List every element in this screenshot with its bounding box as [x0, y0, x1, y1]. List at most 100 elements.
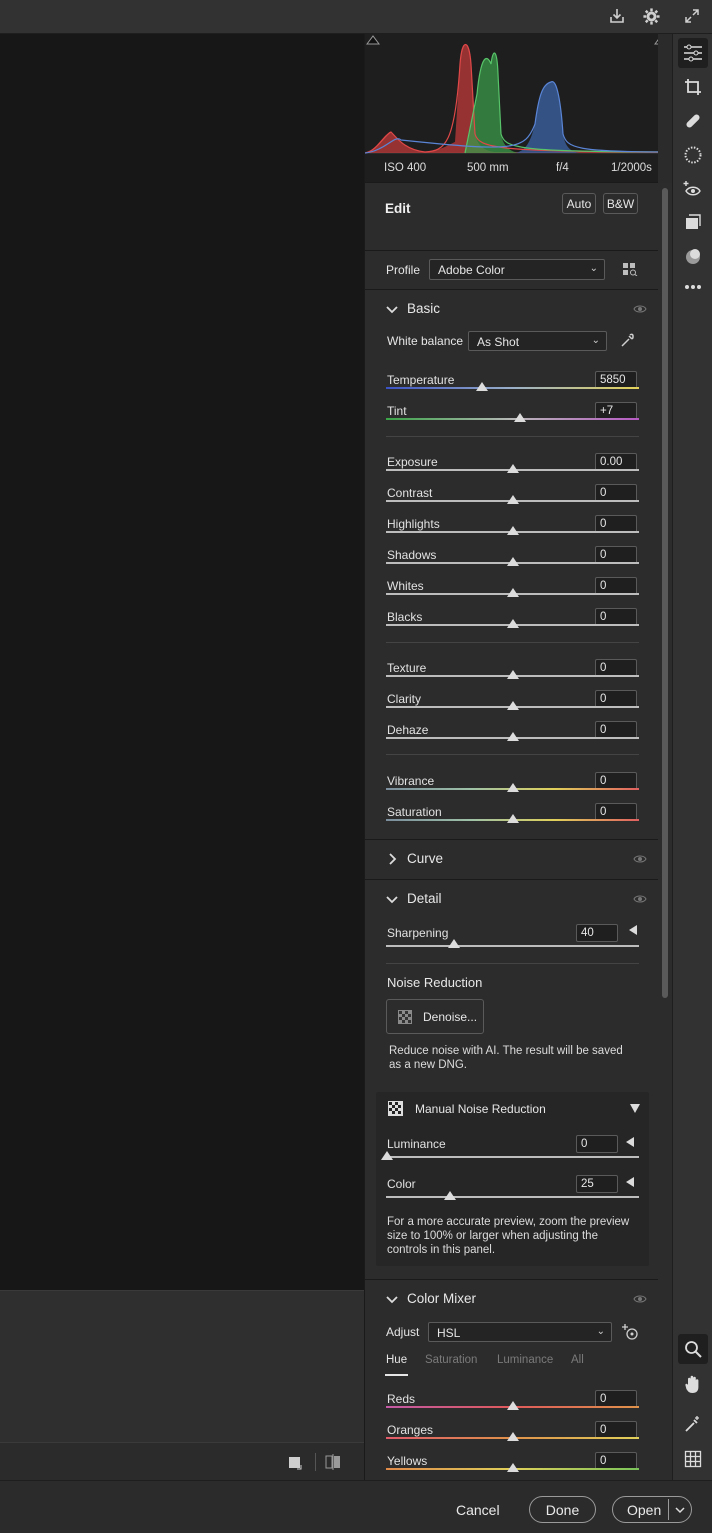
- eye-icon[interactable]: [633, 303, 647, 315]
- eye-icon[interactable]: [633, 853, 647, 865]
- white-balance-select[interactable]: As Shot ⌄: [468, 331, 607, 351]
- whites-thumb[interactable]: [506, 588, 519, 597]
- profile-value: Adobe Color: [438, 263, 505, 277]
- snapshots-icon[interactable]: [682, 211, 704, 233]
- eyedropper-icon[interactable]: [620, 332, 636, 351]
- detail-title: Detail: [407, 891, 442, 906]
- eye-icon[interactable]: [633, 1293, 647, 1305]
- oranges-label: Oranges: [387, 1423, 434, 1437]
- chevron-down-icon: [386, 1296, 398, 1304]
- aperture-readout: f/4: [556, 162, 569, 174]
- detail-section-header[interactable]: Detail: [365, 879, 658, 917]
- view-mode-icon[interactable]: [285, 1452, 305, 1472]
- reds-thumb[interactable]: [506, 1401, 519, 1410]
- tint-track[interactable]: [386, 418, 639, 420]
- tab-saturation[interactable]: Saturation: [425, 1354, 477, 1366]
- curve-section-header[interactable]: Curve: [365, 839, 658, 877]
- filmstrip: [0, 1290, 364, 1442]
- open-button[interactable]: Open: [612, 1496, 692, 1523]
- color-mixer-section-header[interactable]: Color Mixer: [365, 1279, 658, 1317]
- gear-icon[interactable]: [640, 5, 662, 27]
- auto-button[interactable]: Auto: [562, 193, 596, 214]
- crop-icon[interactable]: [682, 76, 704, 98]
- camera-raw-window: ISO 400 500 mm f/4 1/2000s Edit Auto B&W…: [0, 0, 712, 1533]
- luminance-thumb[interactable]: [381, 1151, 393, 1160]
- shadows-thumb[interactable]: [506, 557, 519, 566]
- yellows-thumb[interactable]: [506, 1463, 519, 1472]
- saturation-thumb[interactable]: [506, 814, 519, 823]
- profile-select[interactable]: Adobe Color ⌄: [429, 259, 605, 280]
- expand-arrow-icon[interactable]: [626, 1177, 634, 1187]
- luminance-value[interactable]: 0: [576, 1135, 618, 1153]
- profile-browser-icon[interactable]: [622, 262, 638, 279]
- color-track[interactable]: [386, 1196, 639, 1198]
- vibrance-thumb[interactable]: [506, 783, 519, 792]
- manual-noise-title: Manual Noise Reduction: [415, 1102, 546, 1116]
- presets-icon[interactable]: [682, 245, 704, 267]
- sharpening-value[interactable]: 40: [576, 924, 618, 942]
- color-label: Color: [387, 1177, 416, 1191]
- noise-reduction-title: Noise Reduction: [387, 975, 483, 990]
- cancel-button[interactable]: Cancel: [456, 1502, 500, 1518]
- expand-arrow-icon[interactable]: [626, 1137, 634, 1147]
- highlights-thumb[interactable]: [506, 526, 519, 535]
- edit-panel: ISO 400 500 mm f/4 1/2000s Edit Auto B&W…: [364, 34, 658, 1480]
- color-thumb[interactable]: [444, 1191, 456, 1200]
- denoise-button[interactable]: Denoise...: [386, 999, 484, 1034]
- zoom-icon[interactable]: [678, 1334, 708, 1364]
- sharpening-thumb[interactable]: [448, 939, 460, 948]
- adjust-select[interactable]: HSL ⌄: [428, 1322, 612, 1342]
- image-preview[interactable]: [0, 34, 364, 1290]
- scrollbar-thumb[interactable]: [662, 188, 668, 998]
- edit-header: Edit Auto B&W: [365, 182, 658, 250]
- chevron-down-icon[interactable]: [674, 1504, 686, 1516]
- color-sampler-icon[interactable]: [682, 1413, 704, 1435]
- chevron-down-icon: ⌄: [596, 1326, 605, 1337]
- sharpening-track[interactable]: [386, 945, 639, 947]
- targeted-adjustment-icon[interactable]: [621, 1323, 639, 1344]
- panel-scrollbar[interactable]: [658, 183, 672, 1480]
- exposure-thumb[interactable]: [506, 464, 519, 473]
- temperature-thumb[interactable]: [476, 382, 489, 391]
- highlights-label: Highlights: [387, 517, 440, 531]
- chevron-down-icon: ⌄: [591, 335, 600, 346]
- tool-rail: [672, 34, 712, 1480]
- masking-icon[interactable]: [682, 144, 704, 166]
- oranges-thumb[interactable]: [506, 1432, 519, 1441]
- save-icon[interactable]: [606, 5, 628, 27]
- dehaze-thumb[interactable]: [506, 732, 519, 741]
- healing-icon[interactable]: [682, 110, 704, 132]
- tab-hue[interactable]: Hue: [386, 1354, 407, 1366]
- exposure-label: Exposure: [387, 455, 438, 469]
- bw-button[interactable]: B&W: [603, 193, 638, 214]
- done-button[interactable]: Done: [529, 1496, 596, 1523]
- color-value[interactable]: 25: [576, 1175, 618, 1193]
- tint-label: Tint: [387, 404, 407, 418]
- before-after-icon[interactable]: [323, 1452, 343, 1472]
- luminance-track[interactable]: [386, 1156, 639, 1158]
- tab-all[interactable]: All: [571, 1354, 584, 1366]
- blacks-thumb[interactable]: [506, 619, 519, 628]
- white-balance-label: White balance: [387, 334, 464, 348]
- clarity-thumb[interactable]: [506, 701, 519, 710]
- chevron-down-icon: ⌄: [589, 263, 598, 274]
- expand-arrow-icon[interactable]: [629, 925, 637, 935]
- tab-luminance[interactable]: Luminance: [497, 1354, 553, 1366]
- profile-label: Profile: [386, 263, 421, 277]
- contrast-thumb[interactable]: [506, 495, 519, 504]
- divider: [386, 436, 639, 437]
- tint-thumb[interactable]: [514, 413, 527, 422]
- texture-thumb[interactable]: [506, 670, 519, 679]
- hand-icon[interactable]: [682, 1373, 704, 1395]
- red-eye-icon[interactable]: [682, 178, 704, 200]
- eye-icon[interactable]: [633, 893, 647, 905]
- more-icon[interactable]: [682, 276, 704, 298]
- basic-section-header[interactable]: Basic: [365, 289, 658, 327]
- denoise-icon: [398, 1009, 412, 1024]
- collapse-arrow-icon[interactable]: [630, 1104, 640, 1113]
- grid-icon[interactable]: [682, 1448, 704, 1470]
- expand-icon[interactable]: [681, 5, 703, 27]
- edit-sliders-icon[interactable]: [678, 38, 708, 68]
- temperature-track[interactable]: [386, 387, 639, 389]
- denoise-description-line2: as a new DNG.: [389, 1059, 467, 1071]
